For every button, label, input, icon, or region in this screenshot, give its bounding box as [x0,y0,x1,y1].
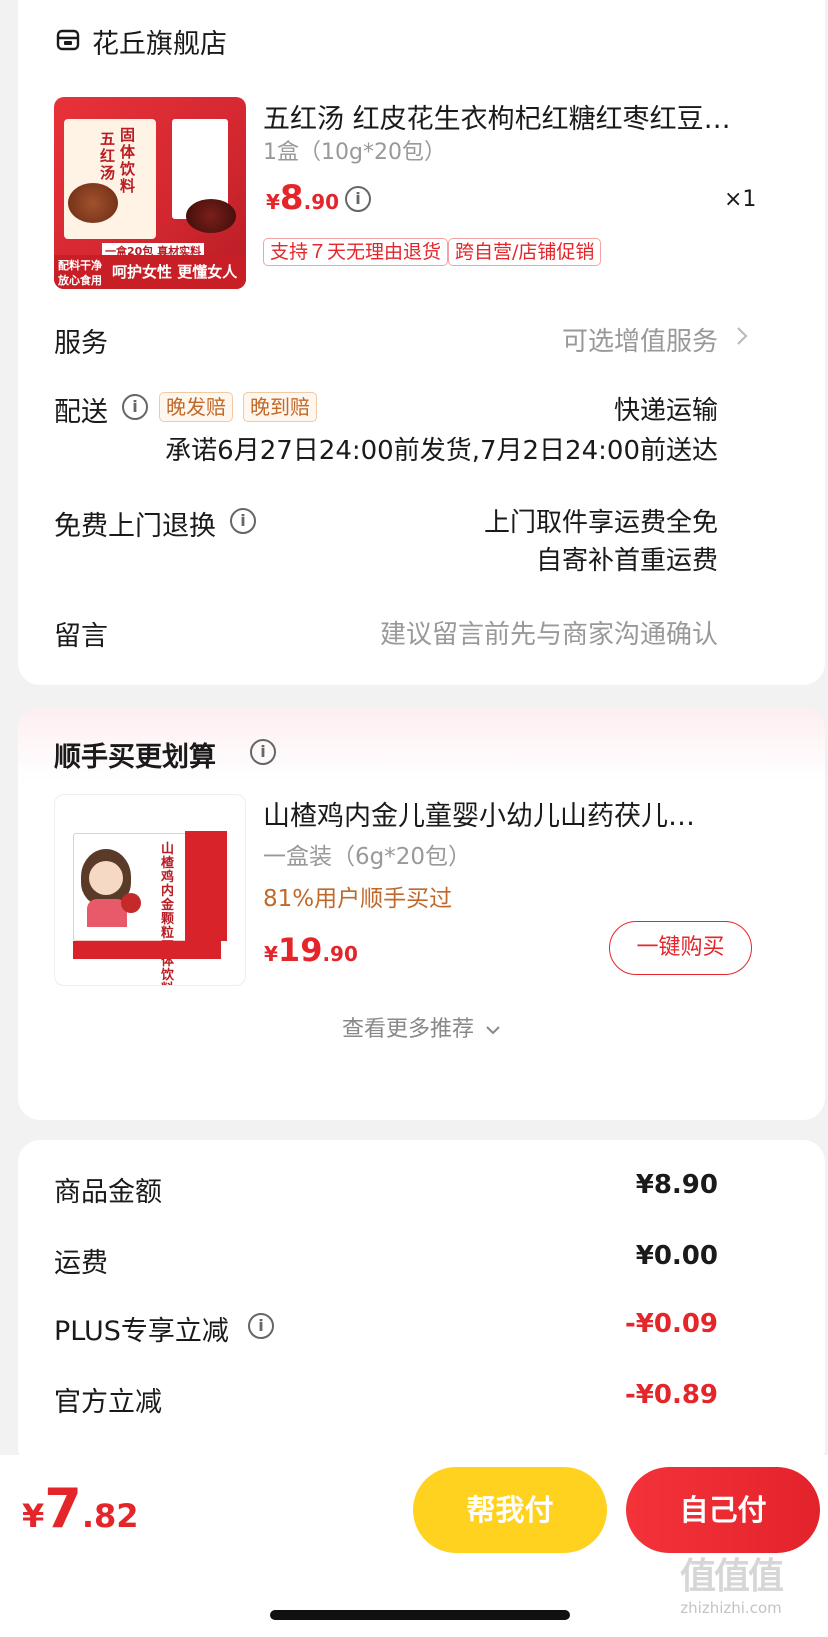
note-label: 留言 [54,621,108,652]
late-ship-tag: 晚发赔 [159,392,233,422]
promotion-tag: 跨自营/店铺促销 [448,238,602,266]
plus-discount-label: PLUS专享立减 [54,1316,229,1347]
help-pay-button[interactable]: 帮我付 [413,1467,607,1553]
recommend-item-title[interactable]: 山楂鸡内金儿童婴小幼儿山药茯儿… [263,794,695,833]
thumb-text: 放心食用 [58,274,102,287]
service-label: 服务 [54,328,108,359]
shipping-label: 运费 [54,1248,108,1279]
price-symbol: ¥ [266,190,280,214]
store-icon [56,29,80,51]
plus-discount-value: -¥0.09 [624,1309,718,1339]
recommend-item-stat: 81%用户顺手买过 [263,886,453,912]
order-card: 花丘旗舰店 固体饮料 五红汤 一盒20包 真材实料 配料干净 放心食用 呵护女性… [18,0,825,685]
thumb-text: 五红汤 [100,130,116,182]
price-decimal: .90 [303,190,340,214]
watermark: 值值值 zhizhizhi.com [680,1547,784,1617]
goods-amount-label: 商品金额 [54,1177,162,1208]
note-input[interactable]: 建议留言前先与商家沟通确认 [380,614,718,651]
price-integer: 7 [44,1477,82,1540]
recommend-card: 顺手买更划算 i 山楂鸡内金颗粒固体饮料 山楂鸡内金儿童婴小幼儿山药茯儿… 一盒… [18,707,825,1120]
price-symbol: ¥ [264,942,278,966]
chevron-down-icon [486,1026,500,1035]
free-return-info-icon[interactable]: i [230,508,256,534]
service-value[interactable]: 可选增值服务 [562,321,718,358]
delivery-label: 配送 [54,397,108,428]
thumb-text: 山楂鸡内金颗粒固体饮料 [161,842,175,986]
thumb-text: 配料干净 [58,259,102,272]
watermark-logo: 值值值 [680,1556,784,1597]
self-pay-button[interactable]: 自己付 [626,1467,820,1553]
checkout-bar: ¥7.82 帮我付 自己付 值值值 zhizhizhi.com [0,1455,828,1637]
price-integer: 19 [277,931,323,969]
free-return-line-2: 自寄补首重运费 [535,546,718,576]
delivery-promise: 承诺6月27日24:00前发货,7月2日24:00前送达 [165,436,718,466]
chevron-right-icon[interactable] [735,325,749,347]
late-arrival-tag: 晚到赔 [243,392,317,422]
delivery-info-icon[interactable]: i [122,394,148,420]
return-policy-tag: 支持７天无理由退货 [263,238,449,266]
one-click-buy-button[interactable]: 一键购买 [609,921,752,975]
price-symbol: ¥ [22,1497,45,1535]
view-more-label: 查看更多推荐 [341,1017,474,1042]
thumb-text: 呵护女性 更懂女人 [112,263,238,281]
official-discount-label: 官方立减 [54,1387,162,1418]
delivery-method[interactable]: 快递运输 [614,390,718,427]
product-quantity: ×1 [724,187,757,212]
price-decimal: .82 [81,1497,139,1535]
view-more-recommend[interactable]: 查看更多推荐 [18,1011,825,1043]
goods-amount-value: ¥8.90 [635,1170,718,1200]
product-price: ¥8.90 [266,178,339,218]
product-spec: 1盒（10g*20包） [263,140,446,165]
free-return-label: 免费上门退换 [54,511,216,542]
total-price: ¥7.82 [22,1477,139,1540]
price-decimal: .90 [322,942,358,966]
recommend-item-spec: 一盒装（6g*20包） [263,844,471,870]
official-discount-value: -¥0.89 [624,1380,718,1410]
watermark-url: zhizhizhi.com [680,1599,782,1617]
shipping-value: ¥0.00 [635,1241,718,1271]
price-summary-card: 商品金额 ¥8.90 运费 ¥0.00 PLUS专享立减 i -¥0.09 官方… [18,1140,825,1470]
home-indicator [270,1610,570,1620]
recommend-info-icon[interactable]: i [250,739,276,765]
price-info-icon[interactable]: i [345,186,371,212]
price-integer: 8 [279,178,304,218]
product-title[interactable]: 五红汤 红皮花生衣枸杞红糖红枣红豆… [263,97,731,136]
product-thumbnail[interactable]: 固体饮料 五红汤 一盒20包 真材实料 配料干净 放心食用 呵护女性 更懂女人 [54,97,246,289]
thumb-text: 固体饮料 [120,126,136,195]
recommend-thumbnail[interactable]: 山楂鸡内金颗粒固体饮料 [54,794,246,986]
free-return-line-1: 上门取件享运费全免 [483,508,718,538]
recommend-price: ¥19.90 [264,931,358,969]
shop-name[interactable]: 花丘旗舰店 [92,22,227,61]
plus-info-icon[interactable]: i [248,1313,274,1339]
recommend-title: 顺手买更划算 [54,742,216,773]
